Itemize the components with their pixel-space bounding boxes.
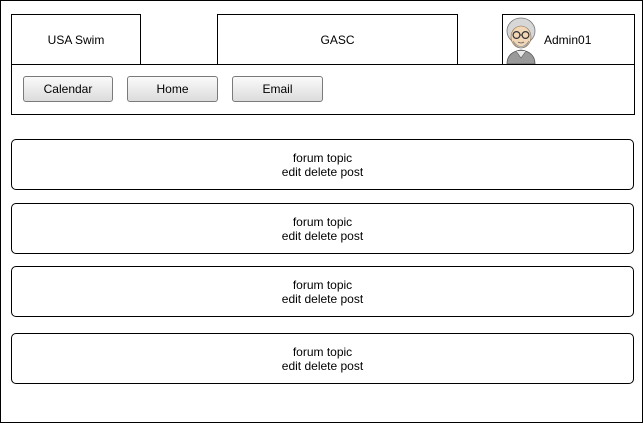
forum-topic-card[interactable]: forum topic edit delete post	[11, 333, 634, 384]
forum-topic-card[interactable]: forum topic edit delete post	[11, 139, 634, 190]
user-name: Admin01	[544, 32, 592, 47]
forum-topic-card[interactable]: forum topic edit delete post	[11, 203, 634, 254]
forum-topic-title[interactable]: forum topic	[293, 151, 352, 165]
forum-topic-title[interactable]: forum topic	[293, 215, 352, 229]
email-button-label: Email	[262, 82, 293, 96]
forum-topic-title[interactable]: forum topic	[293, 345, 352, 359]
email-button[interactable]: Email	[232, 76, 323, 102]
calendar-button-label: Calendar	[43, 82, 93, 96]
forum-topic-title[interactable]: forum topic	[293, 278, 352, 292]
forum-topic-actions[interactable]: edit delete post	[282, 229, 363, 243]
user-avatar-icon	[506, 17, 536, 64]
gasc-title: GASC	[217, 14, 458, 65]
home-button[interactable]: Home	[127, 76, 218, 102]
forum-topic-actions[interactable]: edit delete post	[282, 292, 363, 306]
calendar-button[interactable]: Calendar	[23, 76, 113, 102]
usa-swim-label: USA Swim	[47, 32, 105, 47]
usa-swim-link[interactable]: USA Swim	[11, 14, 141, 65]
forum-topic-actions[interactable]: edit delete post	[282, 359, 363, 373]
gasc-label: GASC	[320, 32, 355, 47]
forum-topic-card[interactable]: forum topic edit delete post	[11, 266, 634, 317]
home-button-label: Home	[156, 82, 189, 96]
page-canvas: USA Swim GASC Admin01 Calendar Home Emai…	[0, 0, 643, 423]
forum-topic-actions[interactable]: edit delete post	[282, 165, 363, 179]
